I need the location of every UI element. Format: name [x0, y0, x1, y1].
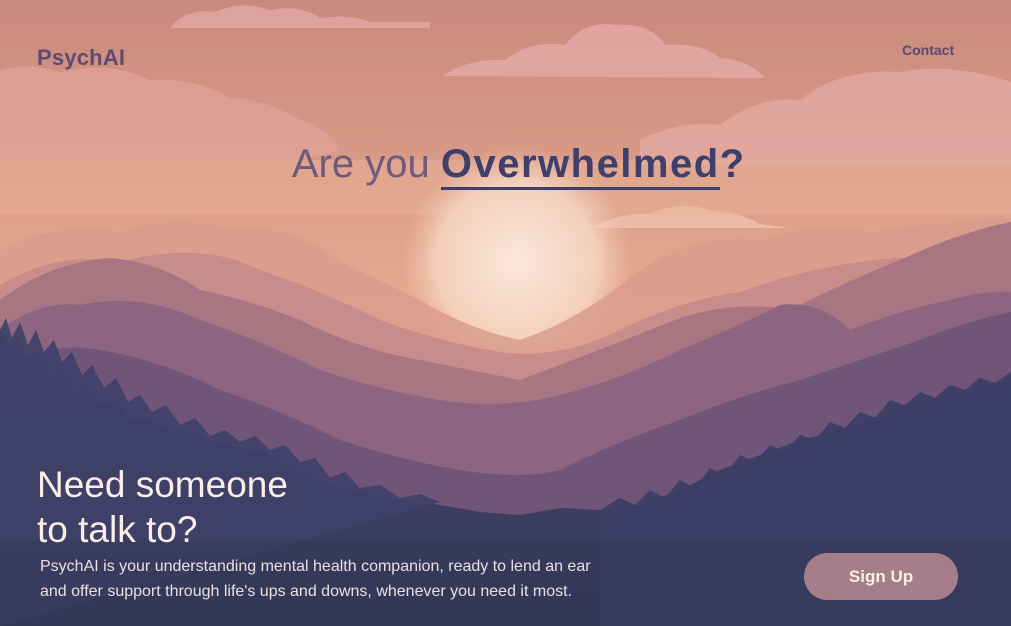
- nav-contact-link[interactable]: Contact: [902, 42, 954, 58]
- cta-title: Need someone to talk to?: [37, 462, 437, 552]
- headline-accent-word: Overwhelmed: [440, 142, 720, 190]
- cta-description-line-1: PsychAI is your understanding mental hea…: [40, 558, 591, 575]
- headline-prefix: Are you: [291, 142, 441, 186]
- hero-headline: Are you Overwhelmed?: [0, 142, 1011, 190]
- cta-title-line-2: to talk to?: [37, 509, 198, 550]
- headline-suffix: ?: [719, 142, 745, 186]
- sign-up-button[interactable]: Sign Up: [804, 553, 958, 600]
- cta-title-line-1: Need someone: [37, 464, 288, 505]
- brand-logo[interactable]: PsychAI: [37, 45, 125, 71]
- cta-description-line-2: and offer support through life's ups and…: [40, 583, 572, 600]
- cta-description: PsychAI is your understanding mental hea…: [40, 554, 680, 604]
